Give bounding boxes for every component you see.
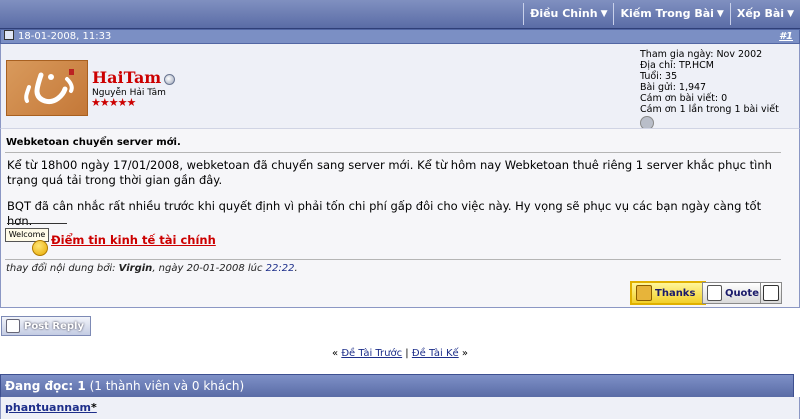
readers-header: Đang đọc: 1 (1 thành viên và 0 khách) (0, 374, 794, 398)
sort-posts-menu[interactable]: Xếp Bài ▼ (729, 3, 800, 25)
age: Tuổi: 35 (640, 71, 678, 82)
post-number-link[interactable]: #1 (779, 30, 793, 43)
post-paragraph-2: BQT đã cân nhắc rất nhiều trước khi quyế… (7, 199, 762, 228)
edit-menu-label: Điều Chỉnh (530, 7, 598, 20)
post-date-bar: 18-01-2008, 11:33 #1 (0, 29, 800, 44)
post-count: Bài gửi: 1,947 (640, 82, 707, 93)
online-status-icon (164, 74, 175, 85)
edit-note-suffix: . (294, 263, 298, 274)
quote-icon (707, 285, 722, 301)
divider (5, 152, 781, 153)
reply-icon (6, 319, 20, 333)
thanks-label: Thanks (655, 287, 696, 299)
chevron-down-icon: ▼ (716, 9, 724, 19)
edit-note-time: 22:22 (265, 263, 295, 274)
search-thread-menu[interactable]: Kiếm Trong Bài ▼ (613, 3, 729, 25)
thanked-times: Cám ơn 1 lần trong 1 bài viết (640, 104, 779, 115)
thread-navigation: « Đề Tài Trước | Đề Tài Kế » (0, 348, 800, 359)
readers-detail: (1 thành viên và 0 khách) (85, 379, 245, 393)
search-thread-label: Kiếm Trong Bài (620, 7, 714, 20)
readers-list: phantuannam* (0, 397, 800, 419)
signature-divider (7, 223, 67, 224)
smiley-icon (32, 240, 48, 256)
quote-button[interactable]: Quote (702, 282, 764, 304)
thread-toolbar: Điều Chỉnh ▼ Kiếm Trong Bài ▼ Xếp Bài ▼ (0, 0, 800, 29)
next-thread-link[interactable]: Đề Tài Kế (412, 348, 459, 359)
edit-note-prefix: thay đổi nội dung bởi: (6, 263, 119, 274)
post-paragraph-1: Kể từ 18h00 ngày 17/01/2008, webketoan đ… (7, 158, 772, 187)
nav-prefix: « (332, 348, 342, 359)
signature-link[interactable]: Điểm tin kinh tế tài chính (51, 233, 216, 247)
chevron-down-icon: ▼ (600, 9, 608, 19)
join-date: Tham gia ngày: Nov 2002 (640, 49, 763, 60)
user-rank-stars: ★★★★★ (91, 96, 136, 109)
thumbs-up-icon (636, 285, 652, 301)
edit-note-date: , ngày 20-01-2008 lúc (152, 263, 266, 274)
reader-name: phantuannam (5, 401, 92, 414)
avatar-calligraphy-icon (24, 69, 74, 105)
toolbar-tools: Điều Chỉnh ▼ Kiếm Trong Bài ▼ Xếp Bài ▼ (523, 3, 800, 25)
reader-link[interactable]: phantuannam* (5, 401, 97, 414)
quote-label: Quote (724, 287, 759, 299)
thanks-button[interactable]: Thanks (630, 281, 706, 305)
username-link[interactable]: HaiTam (92, 68, 161, 87)
user-stats: Tham gia ngày: Nov 2002 Địa chỉ: TP.HCM … (640, 49, 779, 130)
readers-count: Đang đọc: 1 (5, 379, 86, 393)
location: Địa chỉ: TP.HCM (640, 60, 714, 71)
thanks-received: Cám ơn bài viết: 0 (640, 93, 728, 104)
nav-separator: | (402, 348, 412, 359)
previous-thread-link[interactable]: Đề Tài Trước (341, 348, 402, 359)
avatar[interactable] (6, 60, 88, 116)
nav-suffix: » (458, 348, 468, 359)
multi-quote-icon (763, 285, 779, 301)
sort-posts-label: Xếp Bài (736, 7, 785, 20)
post-title: Webketoan chuyển server mới. (6, 137, 181, 148)
edit-note: thay đổi nội dung bởi: Virgin, ngày 20-0… (6, 263, 298, 274)
divider (5, 259, 781, 260)
reader-suffix: * (91, 401, 97, 414)
post-reply-button[interactable]: Post Reply (1, 316, 91, 336)
post-date: 18-01-2008, 11:33 (18, 31, 112, 42)
chevron-down-icon: ▼ (787, 9, 794, 19)
edit-menu[interactable]: Điều Chỉnh ▼ (523, 3, 613, 25)
post-icon (4, 30, 14, 40)
multi-quote-button[interactable] (760, 282, 782, 304)
edit-note-user: Virgin (118, 263, 153, 274)
user-info-panel: HaiTam Nguyễn Hải Tâm ★★★★★ Tham gia ngà… (0, 44, 800, 130)
post-reply-label: Post Reply (24, 320, 84, 332)
